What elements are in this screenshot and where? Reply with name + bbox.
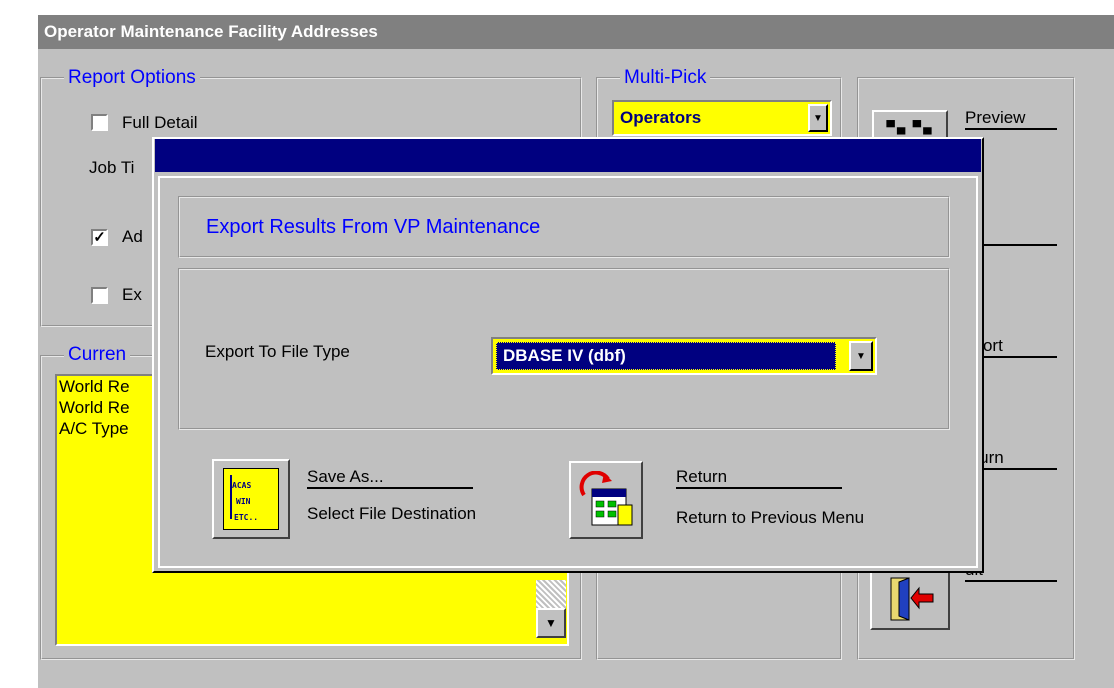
arrow-down-icon: ▼ xyxy=(856,350,866,362)
exit-door-icon xyxy=(890,577,934,621)
save-as-button[interactable]: ACAS WIN ETC.. xyxy=(212,459,290,539)
preview-label[interactable]: Preview xyxy=(965,108,1057,130)
multipick-select[interactable]: Operators ▼ xyxy=(612,100,832,136)
file-type-highlight: DBASE IV (dbf) xyxy=(496,342,836,370)
full-detail-label: Full Detail xyxy=(122,113,198,132)
address-checkbox[interactable]: ✓ xyxy=(91,229,108,246)
arrow-down-icon: ▼ xyxy=(813,112,823,124)
multipick-value: Operators xyxy=(620,108,702,127)
dialog-titlebar xyxy=(155,139,981,172)
return-desc: Return to Previous Menu xyxy=(676,508,865,527)
job-title-label: Job Ti xyxy=(89,158,135,177)
save-as-desc: Select File Destination xyxy=(307,504,477,523)
file-type-value: DBASE IV (dbf) xyxy=(503,346,626,365)
address-label: Ad xyxy=(122,227,143,246)
file-type-select[interactable]: DBASE IV (dbf) ▼ xyxy=(491,337,877,375)
scrollbar-track[interactable] xyxy=(536,580,566,608)
full-detail-checkbox[interactable] xyxy=(91,114,108,131)
window-title: Operator Maintenance Facility Addresses xyxy=(38,15,1114,49)
quit-button[interactable] xyxy=(870,568,950,630)
binoculars-icon: ▀▄ ▀▄ xyxy=(886,120,934,134)
multipick-legend: Multi-Pick xyxy=(620,67,711,89)
report-options-legend: Report Options xyxy=(64,67,200,89)
dialog-header: Export Results From VP Maintenance xyxy=(206,216,541,238)
exclude-label: Ex xyxy=(122,285,142,304)
file-type-label: Export To File Type xyxy=(205,342,350,361)
scroll-down-button[interactable]: ▼ xyxy=(536,608,566,638)
multipick-dropdown-button[interactable]: ▼ xyxy=(808,104,828,132)
save-as-title[interactable]: Save As... xyxy=(307,467,473,489)
current-legend: Curren xyxy=(64,344,131,366)
return-button[interactable] xyxy=(569,461,643,539)
return-menu-icon xyxy=(579,471,633,526)
exclude-checkbox[interactable] xyxy=(91,287,108,304)
file-tree-icon: ACAS WIN ETC.. xyxy=(223,468,279,530)
return-title[interactable]: Return xyxy=(676,467,842,489)
file-type-dropdown-button[interactable]: ▼ xyxy=(849,341,873,371)
arrow-down-icon: ▼ xyxy=(545,616,557,630)
